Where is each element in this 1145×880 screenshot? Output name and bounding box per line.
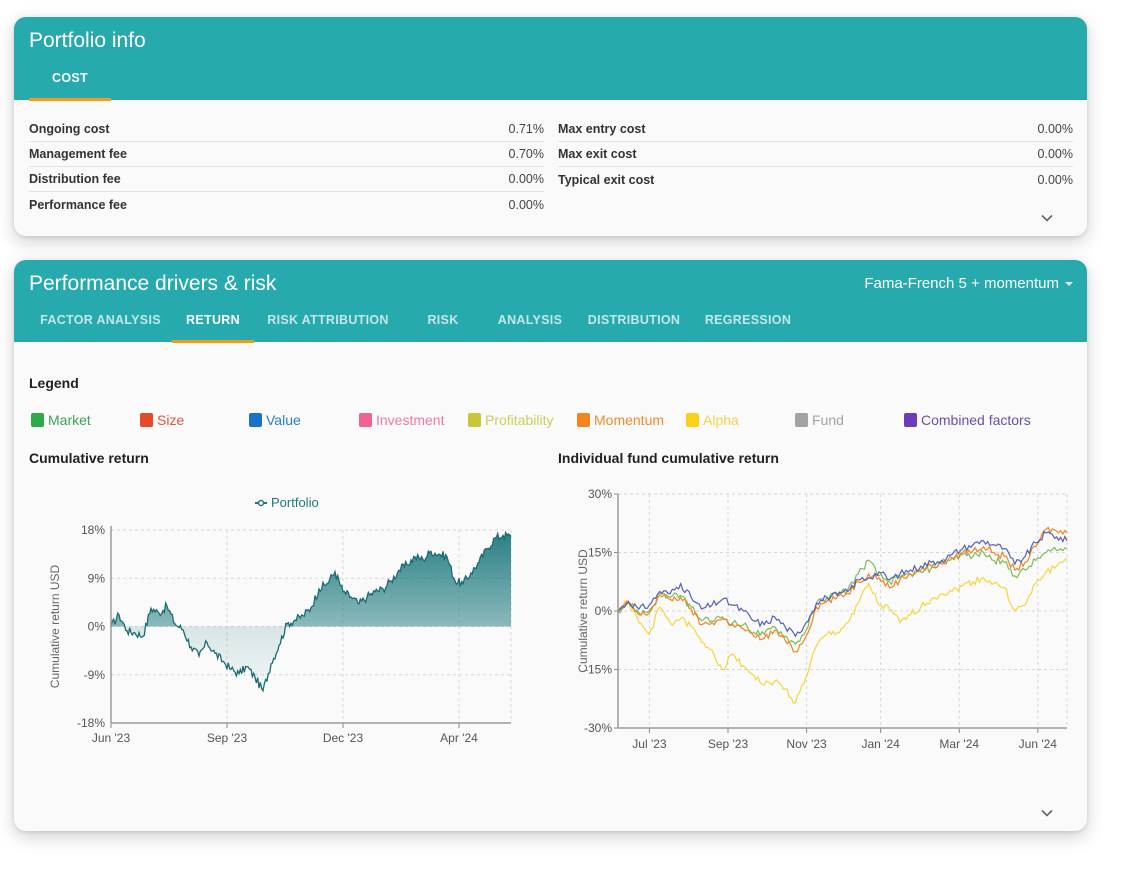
legend-label: Investment — [376, 412, 445, 428]
x-tick-label: Jul '23 — [632, 737, 667, 751]
cost-value: 0.71% — [508, 122, 544, 136]
portfolio-area-positive — [111, 532, 511, 627]
x-tick-label: Nov '23 — [786, 737, 827, 751]
chart-title-individual-fund: Individual fund cumulative return — [558, 450, 779, 466]
cost-value: 0.70% — [508, 147, 544, 161]
legend-label: Profitability — [485, 412, 554, 428]
cost-label: Typical exit cost — [558, 172, 655, 187]
legend-item-alpha[interactable]: Alpha — [686, 412, 739, 428]
legend-label: Fund — [812, 412, 844, 428]
portfolio-info-header: Portfolio info COST — [14, 17, 1087, 101]
cost-row: Ongoing cost 0.71% — [29, 117, 544, 142]
portfolio-legend-label: Portfolio — [271, 495, 319, 510]
x-tick-label: Sep '23 — [708, 737, 749, 751]
cost-value: 0.00% — [508, 197, 544, 212]
tab-analysis[interactable]: ANALYSIS — [492, 305, 568, 335]
legend-label: Momentum — [594, 412, 665, 428]
tab-risk[interactable]: RISK — [410, 305, 476, 335]
cost-table-left: Ongoing cost 0.71% Management fee 0.70% … — [29, 117, 544, 217]
x-tick-label: Mar '24 — [939, 737, 979, 751]
legend-item-fund[interactable]: Fund — [795, 412, 844, 428]
y-tick-label: 18% — [81, 523, 105, 537]
x-tick-label: Jun '23 — [92, 731, 131, 745]
y-tick-label: -30% — [584, 721, 612, 735]
tab-distribution[interactable]: DISTRIBUTION — [584, 305, 684, 335]
performance-card: Performance drivers & risk Fama-French 5… — [14, 260, 1087, 831]
cost-label: Max exit cost — [558, 147, 637, 161]
card-title: Performance drivers & risk — [29, 272, 277, 295]
legend-label: Combined factors — [921, 412, 1031, 428]
x-tick-label: Jun '24 — [1019, 737, 1058, 751]
cost-value: 0.00% — [1037, 122, 1073, 136]
cost-label: Max entry cost — [558, 122, 646, 136]
legend-swatch — [140, 413, 153, 427]
legend-item-size[interactable]: Size — [140, 412, 184, 428]
y-tick-label: 0% — [595, 604, 613, 618]
cost-value: 0.00% — [1037, 147, 1073, 161]
legend-item-market[interactable]: Market — [31, 412, 91, 428]
legend-swatch — [359, 413, 372, 427]
factor-model-dropdown[interactable]: Fama-French 5 + momentum — [864, 275, 1073, 292]
y-tick-label: 30% — [588, 487, 612, 501]
legend-item-combined-factors[interactable]: Combined factors — [904, 412, 1031, 428]
cost-table-right: Max entry cost 0.00% Max exit cost 0.00%… — [558, 117, 1073, 192]
legend-swatch — [31, 413, 44, 427]
legend-label: Value — [266, 412, 301, 428]
legend-item-investment[interactable]: Investment — [359, 412, 444, 428]
factor-model-value: Fama-French 5 + momentum — [864, 275, 1059, 292]
y-tick-label: -9% — [84, 668, 106, 682]
legend-swatch — [904, 413, 917, 427]
legend-item-profitability[interactable]: Profitability — [468, 412, 553, 428]
tab-regression[interactable]: REGRESSION — [702, 305, 794, 335]
cost-row: Management fee 0.70% — [29, 142, 544, 167]
cost-value: 0.00% — [508, 172, 544, 186]
cost-row: Distribution fee 0.00% — [29, 167, 544, 192]
cost-row: Max exit cost 0.00% — [558, 142, 1073, 167]
tab-return[interactable]: RETURN — [172, 305, 254, 343]
legend-swatch — [686, 413, 699, 427]
y-tick-label: -18% — [77, 716, 105, 730]
legend-swatch — [795, 413, 808, 427]
cost-label: Distribution fee — [29, 172, 121, 186]
y-axis-label: Cumulative return USD — [48, 564, 62, 688]
chevron-down-icon[interactable] — [1040, 211, 1054, 225]
series-line-alpha — [617, 557, 1068, 704]
portfolio-info-card: Portfolio info COST Ongoing cost 0.71% M… — [14, 17, 1087, 236]
tab-cost[interactable]: COST — [29, 63, 111, 101]
legend-label: Size — [157, 412, 185, 428]
x-tick-label: Sep '23 — [207, 731, 248, 745]
chevron-down-icon[interactable] — [1040, 806, 1054, 820]
cost-label: Ongoing cost — [29, 122, 110, 136]
tab-risk-attribution[interactable]: RISK ATTRIBUTION — [264, 305, 392, 335]
cost-row: Performance fee 0.00% — [29, 192, 544, 217]
y-tick-label: 15% — [588, 546, 612, 560]
y-tick-label: 9% — [88, 571, 106, 585]
legend-swatch — [577, 413, 590, 427]
y-tick-label: 0% — [88, 620, 106, 634]
legend-swatch — [249, 413, 262, 427]
cost-row: Typical exit cost 0.00% — [558, 167, 1073, 192]
portfolio-legend-marker-icon — [257, 499, 265, 507]
legend-item-momentum[interactable]: Momentum — [577, 412, 664, 428]
legend-label: Market — [48, 412, 91, 428]
individual-fund-chart: 30%15%0%-15%-30%Jul '23 Sep '23 Nov '23 Jan… — [576, 487, 1068, 751]
cost-value: 0.00% — [1037, 172, 1073, 187]
cost-row: Max entry cost 0.00% — [558, 117, 1073, 142]
performance-header: Performance drivers & risk Fama-French 5… — [14, 260, 1087, 343]
legend-label: Alpha — [703, 412, 739, 428]
chart-title-cumulative-return: Cumulative return — [29, 450, 149, 466]
legend-swatch — [468, 413, 481, 427]
cumulative-return-chart: 18% 9% 0% -9% -18%Jun '23 Sep '23 Dec '23 Apr '… — [48, 495, 512, 745]
legend-item-value[interactable]: Value — [249, 412, 301, 428]
legend-title: Legend — [29, 375, 79, 391]
x-tick-label: Apr '24 — [440, 731, 478, 745]
cost-label: Management fee — [29, 147, 127, 161]
y-axis-label: Cumulative return USD — [576, 549, 590, 673]
tab-factor-analysis[interactable]: FACTOR ANALYSIS — [29, 305, 172, 335]
cost-label: Performance fee — [29, 197, 127, 212]
x-tick-label: Dec '23 — [323, 731, 364, 745]
card-title: Portfolio info — [29, 29, 146, 52]
x-tick-label: Jan '24 — [862, 737, 901, 751]
caret-down-icon — [1065, 282, 1073, 287]
